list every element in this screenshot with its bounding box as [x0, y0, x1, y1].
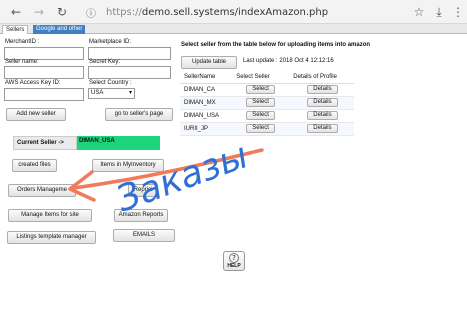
details-button[interactable]: Details — [307, 85, 338, 94]
merchant-id-label: MerchantID : — [5, 39, 40, 45]
current-seller-label: Current Seller -> — [13, 136, 77, 150]
repricing-button[interactable]: Reprici — [128, 184, 158, 197]
secret-key-input[interactable] — [88, 66, 171, 79]
amazon-reports-button[interactable]: Amazon Reports — [114, 209, 168, 222]
seller-table-title: Select seller from the table below for u… — [181, 42, 371, 48]
download-icon[interactable]: ⤓ — [431, 4, 447, 20]
items-in-myinventory-button[interactable]: Items in MyInventory — [92, 159, 164, 172]
seller-name-label: Seller name: — [5, 59, 39, 65]
details-button[interactable]: Details — [307, 111, 338, 120]
table-header-row: SellerName Select Seller Details of Prof… — [180, 71, 354, 84]
address-bar[interactable]: ⓘ https://demo.sell.systems/indexAmazon.… — [84, 3, 384, 21]
select-seller-button[interactable]: Select — [246, 111, 275, 120]
column-header-select-seller: Select Seller — [232, 71, 290, 84]
seller-name-cell: DIMAN_MX — [180, 96, 233, 110]
seller-name-input[interactable] — [4, 66, 84, 79]
secret-key-label: Secret Key: — [89, 59, 121, 65]
emails-button[interactable]: EMAILS — [113, 229, 175, 242]
url-text: https://demo.sell.systems/indexAmazon.ph… — [106, 7, 328, 18]
country-select[interactable]: USA ▾ — [88, 88, 135, 99]
current-seller-value: DIMAN_USA — [77, 136, 160, 150]
url-host-path: demo.sell.systems/indexAmazon.php — [141, 6, 329, 18]
browser-toolbar: ← → ↻ ⓘ https://demo.sell.systems/indexA… — [0, 0, 467, 24]
listings-template-manager-button[interactable]: Listings template manager — [7, 231, 96, 244]
orders-management-button[interactable]: Orders Manageme — [8, 184, 76, 197]
details-cell: Details — [289, 122, 354, 136]
help-button[interactable]: ? HELP — [223, 251, 245, 271]
column-header-seller-name: SellerName — [180, 71, 233, 84]
star-icon[interactable]: ☆ — [411, 4, 427, 20]
select-seller-button[interactable]: Select — [246, 124, 275, 133]
sellers-table: SellerName Select Seller Details of Prof… — [180, 71, 354, 136]
details-cell: Details — [289, 109, 354, 123]
last-update-text: Last update : 2018 Oct 4 12:12:16 — [243, 58, 334, 64]
go-to-sellers-page-button[interactable]: go to seller's page — [105, 108, 173, 121]
info-icon[interactable]: ⓘ — [84, 5, 98, 20]
select-seller-button[interactable]: Select — [246, 85, 275, 94]
details-cell: Details — [289, 83, 354, 97]
details-button[interactable]: Details — [307, 124, 338, 133]
manage-items-button[interactable]: Manage Items for site — [8, 209, 92, 222]
forward-arrow-icon[interactable]: → — [31, 4, 47, 20]
seller-name-cell: DIMAN_CA — [180, 83, 233, 97]
select-cell: Select — [232, 122, 290, 136]
help-label: HELP — [227, 263, 241, 269]
aws-access-key-label: AWS Access Key ID: — [5, 80, 61, 86]
column-header-details: Details of Profile — [289, 71, 354, 84]
chevron-down-icon: ▾ — [128, 90, 132, 96]
select-cell: Select — [232, 109, 290, 123]
created-files-button[interactable]: created files — [12, 159, 57, 172]
update-table-button[interactable]: Update table — [181, 56, 237, 69]
select-country-label: Select Country : — [89, 80, 132, 86]
select-cell: Select — [232, 83, 290, 97]
table-row: DIMAN_MX Select Details — [180, 96, 354, 110]
tab-sellers[interactable]: Sellers — [2, 25, 29, 34]
details-button[interactable]: Details — [307, 98, 338, 107]
select-cell: Select — [232, 96, 290, 110]
add-new-seller-button[interactable]: Add new seller — [6, 108, 66, 121]
seller-name-cell: DIMAN_USA — [180, 109, 233, 123]
marketplace-id-label: Marketplace ID: — [89, 39, 132, 45]
tab-google-and-other[interactable]: Google and other — [33, 25, 86, 34]
refresh-icon[interactable]: ↻ — [54, 4, 70, 20]
back-arrow-icon[interactable]: ← — [8, 4, 24, 20]
details-cell: Details — [289, 96, 354, 110]
table-row: IURII_JP Select Details — [180, 122, 354, 136]
help-icon: ? — [229, 253, 239, 263]
table-row: DIMAN_CA Select Details — [180, 83, 354, 97]
seller-name-cell: IURII_JP — [180, 122, 233, 136]
aws-access-key-input[interactable] — [4, 88, 84, 101]
app-tabbar: Sellers Google and other — [0, 24, 467, 34]
url-scheme: https:// — [106, 6, 142, 18]
table-row: DIMAN_USA Select Details — [180, 109, 354, 123]
select-seller-button[interactable]: Select — [246, 98, 275, 107]
menu-icon[interactable]: ⋮ — [450, 4, 466, 20]
country-select-value: USA — [91, 90, 104, 96]
